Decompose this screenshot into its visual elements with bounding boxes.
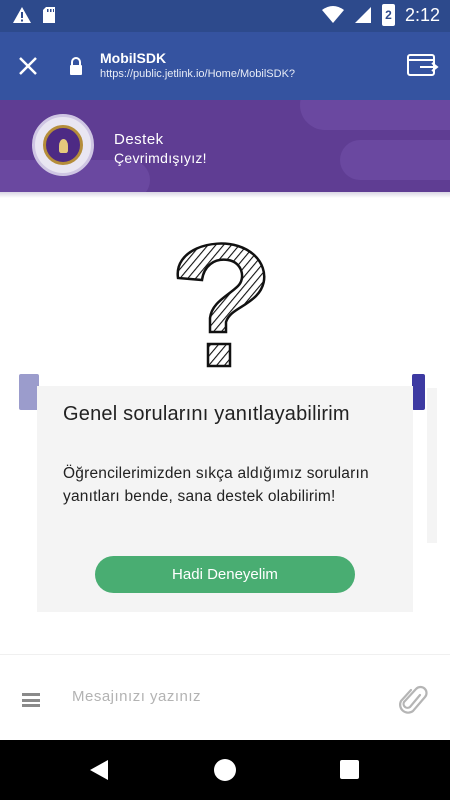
chat-title: Destek (114, 131, 164, 148)
chat-header: Destek Çevrimdışıyız! (0, 100, 450, 192)
carousel-next-edge[interactable] (412, 374, 425, 410)
sd-card-icon (43, 7, 55, 23)
card-title: Genel sorularını yanıtlayabilirim (63, 403, 350, 425)
status-bar: 2 2:12 (0, 0, 450, 32)
system-nav-bar (0, 740, 450, 800)
status-time: 2:12 (404, 4, 440, 25)
back-icon[interactable] (88, 758, 112, 782)
welcome-card: Genel sorularını yanıtlayabilirim Öğrenc… (37, 386, 413, 612)
battery-icon: 2 (381, 4, 395, 26)
next-card-edge (427, 388, 437, 543)
page-url: https://public.jetlink.io/Home/MobilSDK? (100, 68, 296, 80)
wifi-icon (321, 6, 344, 23)
warning-icon (13, 7, 31, 23)
app-bar: MobilSDK https://public.jetlink.io/Home/… (0, 32, 450, 100)
home-icon[interactable] (214, 759, 236, 781)
card-description: Öğrencilerimizden sıkça aldığımız sorula… (63, 465, 369, 505)
header-shadow (0, 192, 450, 198)
carousel-prev-edge[interactable] (19, 374, 39, 410)
lock-icon (70, 57, 82, 75)
message-composer (0, 654, 450, 740)
app-title: MobilSDK (100, 50, 167, 66)
recent-apps-icon[interactable] (340, 760, 359, 779)
open-in-browser-icon[interactable] (406, 52, 440, 78)
header-decoration (340, 140, 450, 180)
paperclip-icon[interactable] (398, 685, 430, 717)
university-logo (43, 125, 83, 165)
battery-level: 2 (385, 8, 392, 22)
avatar (32, 114, 94, 176)
message-input[interactable] (72, 679, 372, 713)
header-decoration (300, 100, 450, 130)
close-icon[interactable] (14, 52, 42, 80)
menu-icon[interactable] (22, 693, 40, 707)
question-mark-icon (176, 242, 266, 368)
try-now-button[interactable]: Hadi Deneyelim (95, 556, 355, 593)
chat-status: Çevrimdışıyız! (114, 150, 207, 166)
signal-icon (354, 7, 371, 23)
